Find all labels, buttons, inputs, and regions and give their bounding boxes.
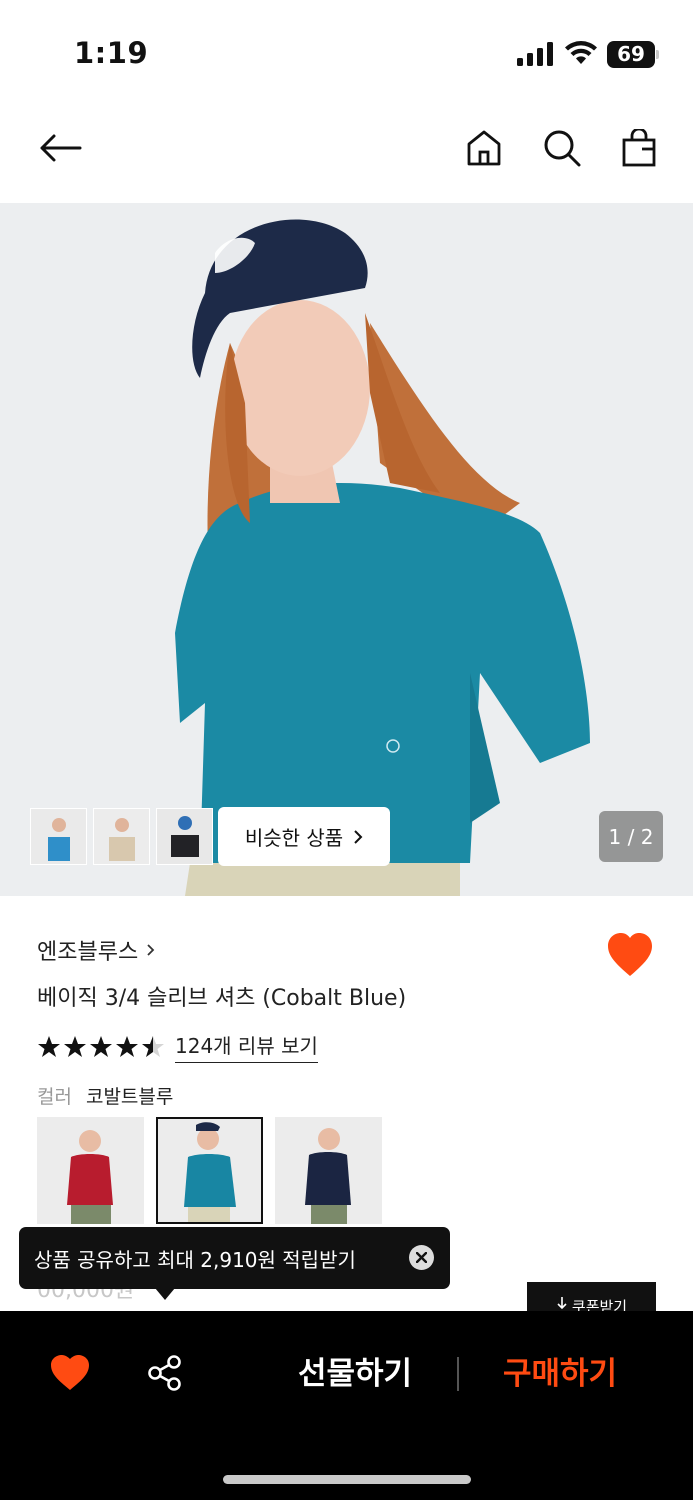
home-icon xyxy=(467,130,501,166)
gallery-thumbnail[interactable] xyxy=(30,808,87,865)
bottom-favorite-button[interactable] xyxy=(50,1354,90,1392)
color-row: 컬러 코발트블루 xyxy=(37,1082,173,1109)
top-nav xyxy=(0,100,693,203)
rating-row: 124개 리뷰 보기 xyxy=(37,1030,318,1063)
brand-link[interactable]: 엔조블루스 xyxy=(37,934,155,966)
color-swatch-cobalt-blue[interactable] xyxy=(156,1117,263,1224)
star-icon xyxy=(38,1035,60,1057)
product-title: 베이직 3/4 슬리브 셔츠 (Cobalt Blue) xyxy=(37,986,407,1011)
color-value: 코발트블루 xyxy=(85,1086,174,1108)
arrow-down-icon xyxy=(557,1297,567,1310)
back-button[interactable] xyxy=(36,124,84,172)
chevron-right-icon xyxy=(147,944,155,956)
half-star-icon xyxy=(142,1035,164,1057)
home-button[interactable] xyxy=(460,124,508,172)
tooltip-tail xyxy=(155,1288,175,1300)
chevron-right-icon xyxy=(354,829,363,844)
search-button[interactable] xyxy=(538,124,586,172)
rating-stars xyxy=(37,1035,165,1059)
heart-icon xyxy=(51,1355,89,1390)
model-photo xyxy=(0,203,693,896)
share-button[interactable] xyxy=(146,1354,184,1392)
color-label: 컬러 xyxy=(37,1086,72,1108)
gallery-thumbnails xyxy=(30,808,213,865)
tooltip-text: 상품 공유하고 최대 2,910원 적립받기 xyxy=(34,1247,356,1272)
close-icon xyxy=(416,1252,427,1263)
gallery-thumbnail[interactable] xyxy=(156,808,213,865)
brand-name: 엔조블루스 xyxy=(37,940,139,965)
back-arrow-icon xyxy=(40,134,82,162)
status-bar: 1:19 69 xyxy=(0,0,693,100)
similar-products-label: 비슷한 상품 xyxy=(244,826,344,850)
product-image[interactable] xyxy=(0,203,693,896)
gift-button[interactable]: 선물하기 xyxy=(290,1352,420,1396)
cart-button[interactable] xyxy=(615,124,663,172)
status-time: 1:19 xyxy=(74,36,149,70)
heart-icon xyxy=(608,933,652,976)
star-icon xyxy=(64,1035,86,1057)
star-icon xyxy=(90,1035,112,1057)
buy-button[interactable]: 구매하기 xyxy=(495,1352,625,1396)
wifi-icon xyxy=(565,41,597,64)
home-indicator xyxy=(223,1475,471,1484)
battery-level: 69 xyxy=(617,42,645,66)
gallery-page-indicator: 1 / 2 xyxy=(599,811,663,862)
color-swatches xyxy=(37,1117,382,1224)
tooltip-close-button[interactable] xyxy=(409,1245,434,1270)
gallery-thumbnail[interactable] xyxy=(93,808,150,865)
search-icon xyxy=(544,130,581,167)
shopping-bag-icon xyxy=(622,129,656,167)
favorite-button[interactable] xyxy=(606,932,654,978)
bottom-divider xyxy=(457,1357,459,1391)
battery-icon: 69 xyxy=(607,41,659,68)
star-icon xyxy=(116,1035,138,1057)
cellular-signal-icon xyxy=(517,42,553,66)
similar-products-button[interactable]: 비슷한 상품 xyxy=(218,807,390,866)
bottom-action-bar xyxy=(0,1311,693,1500)
share-icon xyxy=(148,1355,181,1391)
color-swatch-navy[interactable] xyxy=(275,1117,382,1224)
share-reward-tooltip: 상품 공유하고 최대 2,910원 적립받기 xyxy=(19,1227,450,1289)
color-swatch-red[interactable] xyxy=(37,1117,144,1224)
review-link[interactable]: 124개 리뷰 보기 xyxy=(175,1030,318,1063)
